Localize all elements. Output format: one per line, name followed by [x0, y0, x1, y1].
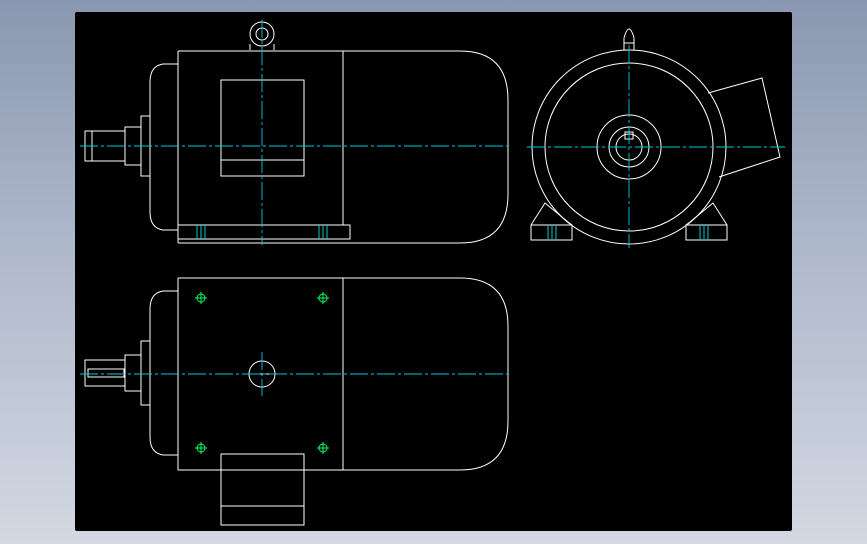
foot-bolt-side-left [547, 225, 557, 240]
mount-hole-marker [195, 442, 207, 454]
rear-end-cap [149, 290, 178, 456]
mounting-foot [177, 224, 351, 240]
cad-viewport[interactable] [75, 12, 792, 531]
shaft [84, 359, 126, 387]
foot-bolt-side-right [699, 225, 709, 240]
mount-hole-marker [317, 442, 329, 454]
foot-right [685, 202, 728, 226]
foot-bolt-front-left [196, 225, 206, 239]
motor-drawing [80, 20, 785, 526]
mount-hole-marker [317, 292, 329, 304]
side-view [530, 28, 781, 245]
terminal-box [220, 79, 305, 177]
terminal-box-top [220, 453, 305, 526]
top-view [84, 277, 509, 526]
foot-left [530, 202, 573, 226]
front-end-cap [149, 63, 178, 231]
mount-hole-marker [195, 292, 207, 304]
terminal-box-side [707, 77, 781, 178]
front-view [84, 21, 509, 244]
foot-bolt-front-right [318, 225, 328, 239]
